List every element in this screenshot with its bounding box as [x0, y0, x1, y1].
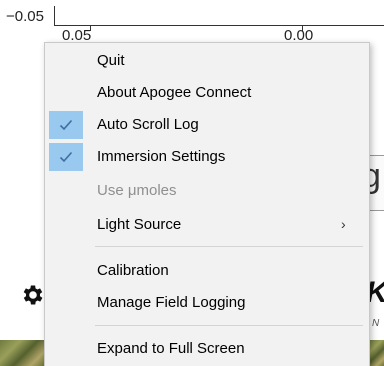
menu-item-calibration[interactable]: Calibration [45, 255, 369, 287]
gear-icon[interactable] [20, 282, 46, 308]
y-axis-tick-label: −0.05 [6, 8, 44, 25]
menu-item-manage-field-logging[interactable]: Manage Field Logging [45, 287, 369, 319]
checkmark-icon [59, 151, 73, 163]
menu-item-label: Quit [97, 52, 125, 69]
menu-item-light-source[interactable]: Light Source › [45, 209, 369, 241]
menu-item-label: Manage Field Logging [97, 294, 246, 311]
brand-subtitle-partial: N [372, 318, 381, 329]
menu-item-label: Auto Scroll Log [97, 116, 199, 133]
menu-item-label: Light Source [97, 216, 182, 233]
menu-separator [95, 246, 363, 247]
menu-separator [95, 325, 363, 326]
menu-item-label: Expand to Full Screen [97, 340, 245, 357]
y-axis-line [54, 6, 55, 26]
checkmark-highlight [49, 111, 83, 139]
menu-item-expand-full-screen[interactable]: Expand to Full Screen [45, 333, 369, 365]
menu-item-label: Immersion Settings [97, 148, 226, 165]
menu-item-label: Use μmoles [97, 182, 177, 199]
menu-item-about[interactable]: About Apogee Connect [45, 77, 369, 109]
menu-item-auto-scroll-log[interactable]: Auto Scroll Log [45, 109, 369, 141]
x-axis-line [54, 25, 384, 26]
menu-item-immersion-settings[interactable]: Immersion Settings [45, 141, 369, 173]
background-photo-left [0, 340, 44, 366]
menu-item-label: Calibration [97, 262, 169, 279]
menu-item-label: About Apogee Connect [97, 84, 252, 101]
background-photo-right [370, 340, 384, 366]
menu-item-quit[interactable]: Quit [45, 45, 369, 77]
menu-item-use-umoles[interactable]: Use μmoles [45, 175, 369, 207]
checkmark-icon [59, 119, 73, 131]
checkmark-highlight [49, 143, 83, 171]
chevron-right-icon: › [341, 216, 346, 232]
context-menu: Quit About Apogee Connect Auto Scroll Lo… [44, 42, 370, 366]
